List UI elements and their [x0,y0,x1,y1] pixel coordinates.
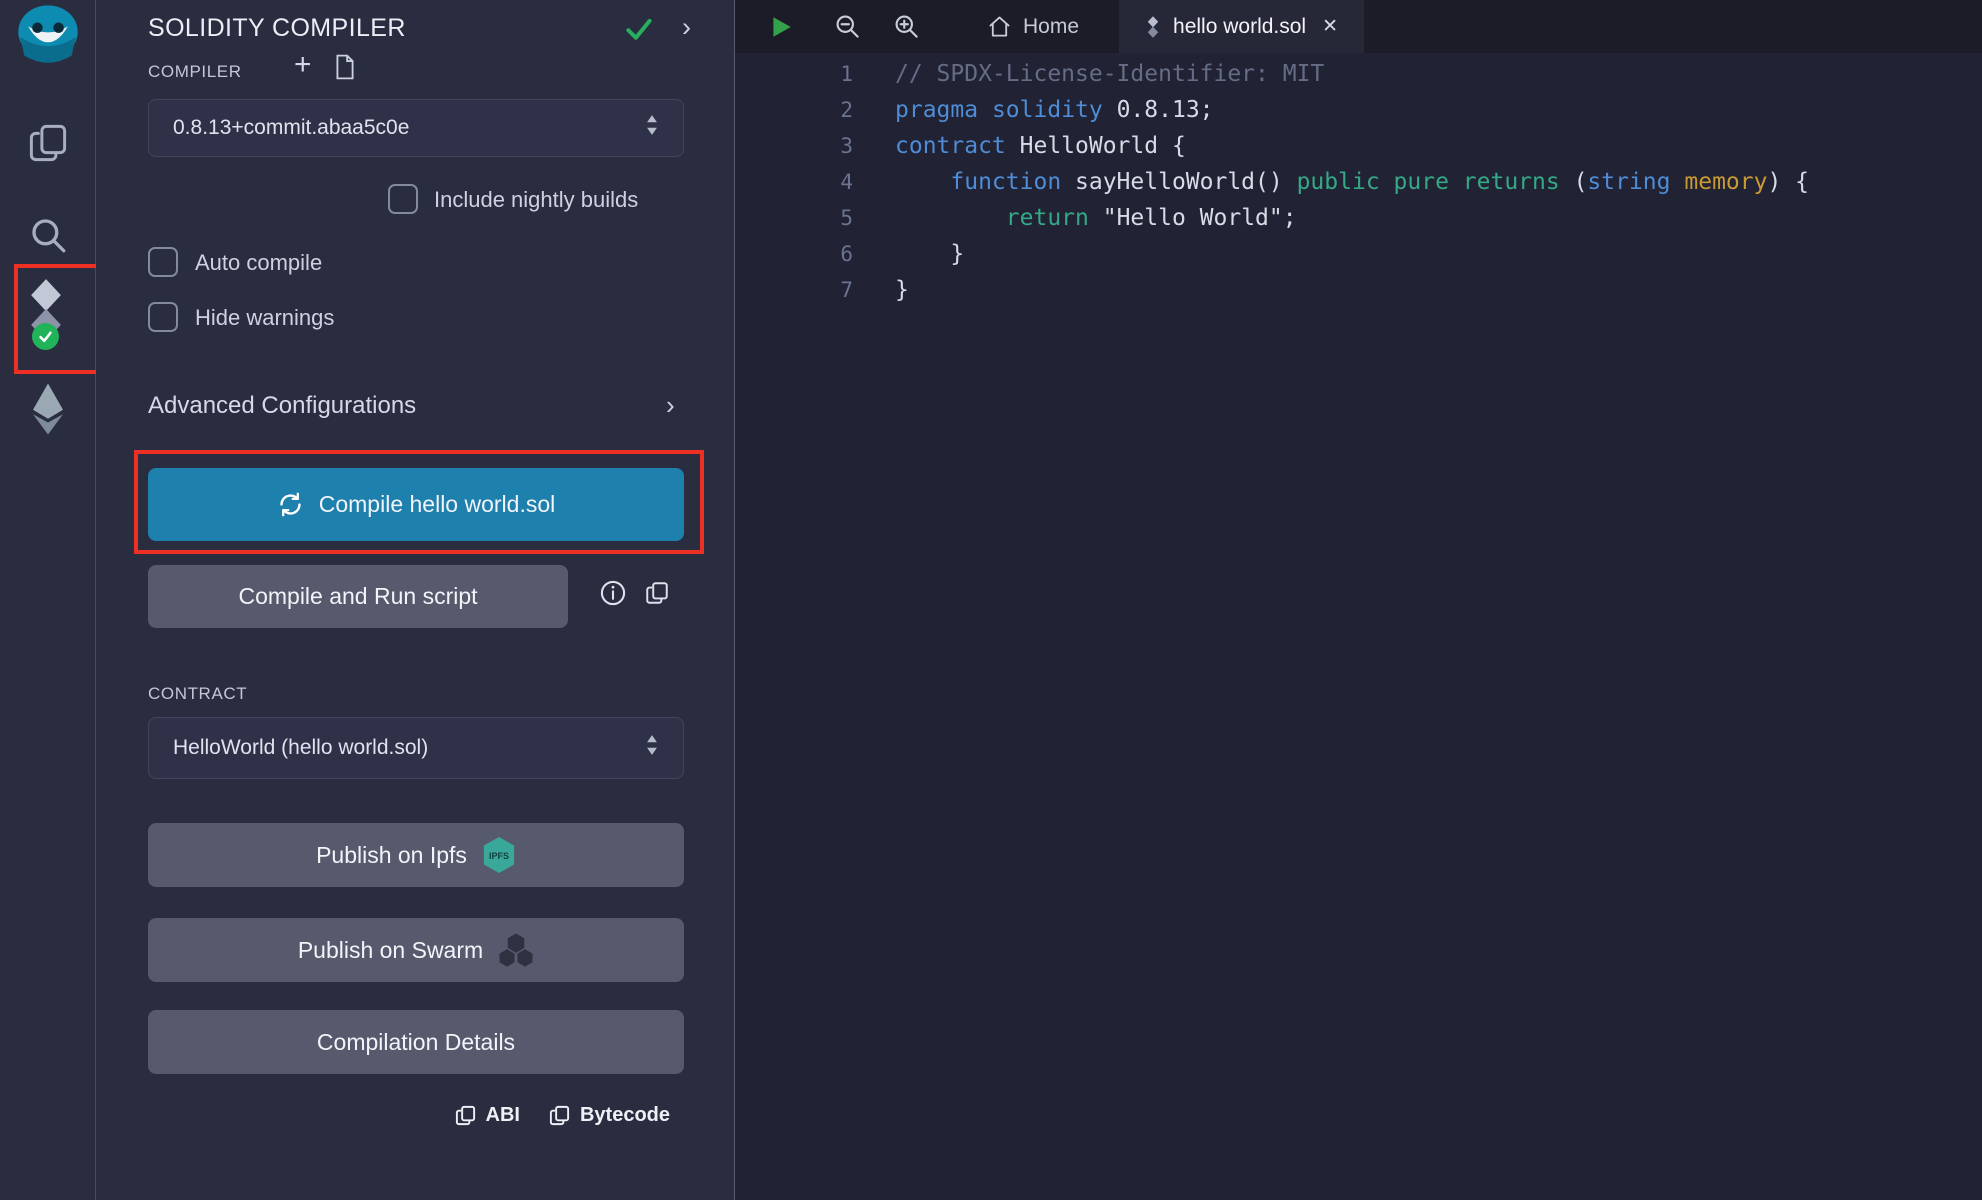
remix-logo[interactable] [0,4,96,70]
abi-label: ABI [486,1104,520,1127]
auto-compile-checkbox[interactable] [148,247,178,277]
activity-bar [0,0,96,1200]
publish-ipfs-button[interactable]: Publish on Ipfs IPFS [148,823,684,887]
compiler-version-value: 0.8.13+commit.abaa5c0e [173,116,409,140]
code-line: } [895,272,1809,308]
compiler-section-label: COMPILER [148,62,242,82]
line-number: 3 [735,128,853,164]
solidity-compiler-button[interactable] [0,278,96,344]
include-nightly-checkbox[interactable] [388,184,418,214]
file-explorer-button[interactable] [0,122,96,164]
compile-and-run-button[interactable]: Compile and Run script [148,565,568,628]
search-icon [27,214,69,256]
abi-bytecode-row: ABI Bytecode [454,1104,670,1127]
copy-script-icon[interactable] [644,580,670,611]
file-explorer-icon [27,122,69,164]
compile-and-run-label: Compile and Run script [238,583,477,610]
contract-select-value: HelloWorld (hello world.sol) [173,736,428,760]
zoom-out-button[interactable] [834,13,861,40]
editor-tab-bar: Home hello world.sol ✕ [735,0,1982,53]
advanced-chevron-icon[interactable]: › [666,390,675,421]
refresh-icon [277,491,304,518]
compile-success-badge [32,323,59,350]
deploy-run-icon [30,382,66,436]
hide-warnings-label: Hide warnings [195,305,334,331]
tab-hello-world-sol[interactable]: hello world.sol ✕ [1119,0,1364,53]
remix-logo-icon [15,4,81,70]
compilation-details-button[interactable]: Compilation Details [148,1010,684,1074]
copy-icon [454,1104,477,1127]
hide-warnings-checkbox[interactable] [148,302,178,332]
swarm-icon [498,932,534,968]
copy-bytecode-button[interactable]: Bytecode [548,1104,670,1127]
close-tab-icon[interactable]: ✕ [1322,15,1338,38]
play-icon [768,14,794,40]
line-number: 7 [735,272,853,308]
solidity-file-icon [1145,15,1161,39]
code-line: return "Hello World"; [895,200,1809,236]
line-number: 4 [735,164,853,200]
line-numbers: 1234567 [735,56,853,1200]
line-number: 2 [735,92,853,128]
advanced-configurations-toggle[interactable]: Advanced Configurations [148,392,416,420]
home-icon [988,15,1011,38]
publish-swarm-button[interactable]: Publish on Swarm [148,918,684,982]
add-compiler-icon[interactable]: + [294,48,312,82]
zoom-in-icon [893,13,920,40]
line-number: 1 [735,56,853,92]
zoom-out-icon [834,13,861,40]
line-number: 6 [735,236,853,272]
deploy-run-button[interactable] [0,382,96,436]
compilation-details-label: Compilation Details [317,1029,515,1056]
copy-abi-button[interactable]: ABI [454,1104,520,1127]
compiled-check-icon [624,14,654,49]
code-line: function sayHelloWorld() public pure ret… [895,164,1809,200]
panel-title: SOLIDITY COMPILER [148,14,406,43]
zoom-in-button[interactable] [893,13,920,40]
code-editor[interactable]: 1234567 // SPDX-License-Identifier: MITp… [735,53,1982,1200]
select-caret-icon [645,113,659,143]
tab-home[interactable]: Home [962,0,1105,53]
search-button[interactable] [0,214,96,256]
solidity-compiler-panel: SOLIDITY COMPILER › COMPILER + 0.8.13+co… [96,0,735,1200]
include-nightly-label: Include nightly builds [434,187,638,213]
bytecode-label: Bytecode [580,1104,670,1127]
code-line: } [895,236,1809,272]
code-line: contract HelloWorld { [895,128,1809,164]
check-icon [38,329,53,344]
publish-ipfs-label: Publish on Ipfs [316,842,467,869]
remix-ide-screen: SOLIDITY COMPILER › COMPILER + 0.8.13+co… [0,0,1982,1200]
copy-icon [548,1104,571,1127]
code-line: // SPDX-License-Identifier: MIT [895,56,1809,92]
compile-button-label: Compile hello world.sol [319,491,556,518]
compiler-config-file-icon[interactable] [334,54,356,85]
publish-swarm-label: Publish on Swarm [298,937,483,964]
contract-section-label: CONTRACT [148,684,247,704]
auto-compile-label: Auto compile [195,250,322,276]
select-caret-icon [645,733,659,763]
tab-home-label: Home [1023,15,1079,39]
panel-expand-chevron[interactable]: › [682,12,691,43]
run-script-button[interactable] [768,14,794,40]
ipfs-badge-text: IPFS [489,851,509,861]
editor-area: Home hello world.sol ✕ 1234567 // SPDX-L… [735,0,1982,1200]
line-number: 5 [735,200,853,236]
compile-button[interactable]: Compile hello world.sol [148,468,684,541]
tab-file-label: hello world.sol [1173,15,1306,39]
ipfs-icon: IPFS [482,836,516,874]
compiler-version-select[interactable]: 0.8.13+commit.abaa5c0e [148,99,684,157]
contract-select[interactable]: HelloWorld (hello world.sol) [148,717,684,779]
code-line: pragma solidity 0.8.13; [895,92,1809,128]
info-icon[interactable] [599,579,627,612]
code-lines: // SPDX-License-Identifier: MITpragma so… [853,56,1809,1200]
